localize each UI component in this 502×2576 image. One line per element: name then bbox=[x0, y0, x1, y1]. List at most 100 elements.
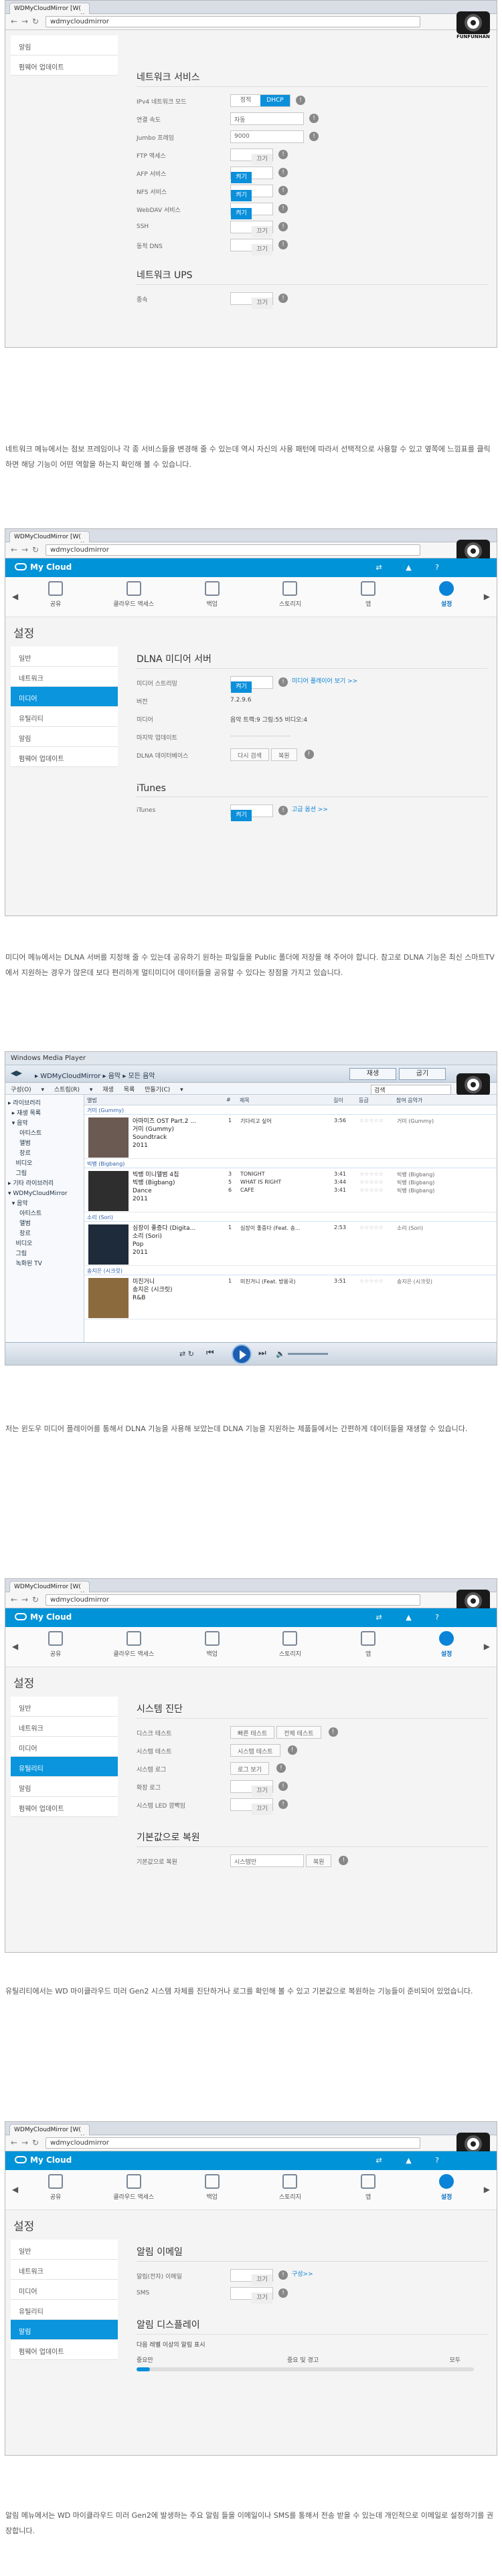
sidebar-item-general[interactable]: 일반 bbox=[11, 1697, 118, 1717]
link-speed-select[interactable]: 자동 bbox=[230, 112, 304, 125]
back-icon[interactable]: ← bbox=[11, 2138, 17, 2147]
ipv4-mode-toggle[interactable]: 정적 DHCP bbox=[230, 94, 290, 107]
burn-tab[interactable]: 굽기 bbox=[399, 1068, 446, 1080]
nav-cloud-access[interactable]: 클라우드 액세스 bbox=[110, 1631, 157, 1658]
next-icon[interactable]: ⏭ bbox=[258, 1348, 266, 1358]
ddns-toggle[interactable]: 끄기 bbox=[230, 239, 273, 255]
rescan-button[interactable]: 다시 검색 bbox=[230, 748, 269, 761]
nav-settings[interactable]: 설정 bbox=[423, 2174, 470, 2201]
header-icons[interactable]: ⇄ ▲ ? bbox=[375, 563, 450, 572]
info-icon[interactable]: ! bbox=[339, 1856, 349, 1865]
webdav-toggle[interactable]: 켜기 bbox=[230, 203, 273, 219]
url-input[interactable]: wdmycloudmirror bbox=[46, 16, 420, 27]
info-icon[interactable]: ! bbox=[278, 1800, 288, 1809]
tree-item[interactable]: ▾ 음악 bbox=[8, 1119, 81, 1129]
quick-test-button[interactable]: 빠른 테스트 bbox=[230, 1726, 275, 1739]
play-button[interactable] bbox=[232, 1344, 252, 1364]
info-icon[interactable]: ! bbox=[304, 750, 314, 759]
back-icon[interactable]: ← bbox=[11, 1595, 17, 1604]
browser-tab[interactable]: WDMyCloudMirror [W(× bbox=[9, 3, 90, 14]
rating-stars[interactable]: ☆☆☆☆☆ bbox=[359, 1278, 384, 1284]
rating-stars[interactable]: ☆☆☆☆☆ bbox=[359, 1171, 384, 1177]
ssh-toggle[interactable]: 끄기 bbox=[230, 221, 273, 237]
jumbo-frame-select[interactable]: 9000 bbox=[230, 130, 304, 143]
url-input[interactable]: wdmycloudmirror bbox=[46, 544, 420, 556]
nav-prev-icon[interactable]: ◀ bbox=[12, 592, 18, 601]
info-icon[interactable]: ! bbox=[278, 2270, 288, 2280]
afp-toggle[interactable]: 켜기 bbox=[230, 167, 273, 183]
track-row[interactable]: 1 기다리고 싶어 3:56 ☆☆☆☆☆ 거미 (Gummy) bbox=[228, 1117, 497, 1125]
alert-level-slider[interactable]: 중요만 중요 및 경고 모두 bbox=[137, 2355, 487, 2379]
rating-stars[interactable]: ☆☆☆☆☆ bbox=[359, 1179, 384, 1185]
sidebar-item-firmware[interactable]: 펌웨어 업데이트 bbox=[11, 56, 118, 76]
header-icons[interactable]: ⇄ ▲ ? bbox=[375, 1613, 450, 1622]
info-icon[interactable]: ! bbox=[278, 186, 288, 195]
slider-thumb[interactable] bbox=[137, 2367, 150, 2371]
email-alert-toggle[interactable]: 끄기 bbox=[230, 2269, 273, 2286]
tree-item[interactable]: 앨범 bbox=[8, 1219, 81, 1229]
info-icon[interactable]: ! bbox=[287, 1745, 297, 1755]
nav-share[interactable]: 공유 bbox=[32, 2174, 79, 2201]
track-row[interactable]: 3 TONIGHT 3:41 ☆☆☆☆☆ 빅뱅 (Bigbang) bbox=[228, 1171, 497, 1179]
tree-item[interactable]: ▸ 재생 목록 bbox=[8, 1109, 81, 1119]
media-player-link[interactable]: 미디어 플레이어 보기 >> bbox=[292, 678, 357, 685]
info-icon[interactable]: ! bbox=[276, 1763, 286, 1773]
nav-apps[interactable]: 앱 bbox=[345, 2174, 392, 2201]
search-input[interactable]: 검색 bbox=[371, 1085, 451, 1095]
nav-next-icon[interactable]: ▶ bbox=[484, 2185, 490, 2194]
info-icon[interactable]: ! bbox=[278, 2288, 288, 2298]
back-icon[interactable]: ← bbox=[11, 545, 17, 554]
led-blink-toggle[interactable]: 끄기 bbox=[230, 1798, 273, 1815]
track-row[interactable]: 1 심장이 좋증다 (Feat. 송... 2:53 ☆☆☆☆☆ 소리 (Sori) bbox=[228, 1224, 497, 1232]
forward-icon[interactable]: → bbox=[21, 545, 28, 554]
breadcrumb[interactable]: ▸ WDMyCloudMirror ▸ 음악 ▸ 모든 음악 bbox=[35, 1070, 155, 1080]
track-row[interactable]: 1 미친거니 (Feat. 방용국) 3:51 ☆☆☆☆☆ 송지은 (시크릿) bbox=[228, 1278, 497, 1286]
volume-slider[interactable] bbox=[288, 1353, 328, 1355]
info-icon[interactable]: ! bbox=[328, 1727, 338, 1737]
tree-item[interactable]: ▸ 라이브러리 bbox=[8, 1099, 81, 1109]
forward-icon[interactable]: → bbox=[21, 2138, 28, 2147]
volume-icon[interactable]: 🔈 bbox=[276, 1350, 285, 1358]
wmp-menu[interactable]: 구성(O) ▾ 스트림(R) ▾ 재생 목록 만들기(C) ▾ 검색 bbox=[5, 1083, 497, 1095]
sidebar-item-firmware[interactable]: 펌웨어 업데이트 bbox=[11, 747, 118, 767]
sidebar-item-utilities[interactable]: 유틸리티 bbox=[11, 707, 118, 727]
sidebar-item-media[interactable]: 미디어 bbox=[11, 1737, 118, 1757]
nav-backup[interactable]: 백업 bbox=[189, 2174, 236, 2201]
sidebar-item-general[interactable]: 일반 bbox=[11, 2240, 118, 2260]
tree-item[interactable]: 앨범 bbox=[8, 1139, 81, 1149]
track-row[interactable]: 6 CAFE 3:41 ☆☆☆☆☆ 빅뱅 (Bigbang) bbox=[228, 1187, 497, 1195]
tree-item[interactable]: ▸ 기타 라이브러리 bbox=[8, 1179, 81, 1189]
album-art[interactable] bbox=[88, 1278, 129, 1318]
library-tree[interactable]: ▸ 라이브러리 ▸ 재생 목록 ▾ 음악 아티스트 앨범 장르 비디오 그림 ▸ … bbox=[5, 1095, 84, 1342]
url-input[interactable]: wdmycloudmirror bbox=[46, 2137, 420, 2149]
info-icon[interactable]: ! bbox=[278, 806, 288, 815]
sidebar-item-network[interactable]: 네트워크 bbox=[11, 2260, 118, 2280]
reload-icon[interactable]: ↻ bbox=[32, 545, 39, 554]
sidebar-item-general[interactable]: 일반 bbox=[11, 647, 118, 667]
nav-cloud-access[interactable]: 클라우드 액세스 bbox=[110, 2174, 157, 2201]
sidebar-item-alerts[interactable]: 알림 bbox=[11, 727, 118, 747]
nav-share[interactable]: 공유 bbox=[32, 581, 79, 608]
tree-item[interactable]: 비디오 bbox=[8, 1239, 81, 1249]
forward-icon[interactable]: → bbox=[21, 1595, 28, 1604]
extended-log-toggle[interactable]: 끄기 bbox=[230, 1780, 273, 1797]
nav-apps[interactable]: 앱 bbox=[345, 1631, 392, 1658]
tree-item[interactable]: 아티스트 bbox=[8, 1209, 81, 1219]
album-art[interactable] bbox=[88, 1117, 129, 1158]
itunes-advanced-link[interactable]: 고급 옵션 >> bbox=[292, 807, 328, 813]
sidebar-item-utilities[interactable]: 유틸리티 bbox=[11, 2300, 118, 2320]
reload-icon[interactable]: ↻ bbox=[32, 1595, 39, 1604]
restore-button[interactable]: 복원 bbox=[305, 1854, 332, 1867]
sidebar-item-firmware[interactable]: 펌웨어 업데이트 bbox=[11, 2340, 118, 2360]
media-streaming-toggle[interactable]: 켜기 bbox=[230, 676, 273, 693]
info-icon[interactable]: ! bbox=[278, 204, 288, 213]
album-group-header[interactable]: 빅뱅 (Bigbang) bbox=[84, 1159, 497, 1168]
nav-share[interactable]: 공유 bbox=[32, 1631, 79, 1658]
rating-stars[interactable]: ☆☆☆☆☆ bbox=[359, 1187, 384, 1193]
restore-db-button[interactable]: 복원 bbox=[270, 748, 297, 761]
track-row[interactable]: 5 WHAT IS RIGHT 3:44 ☆☆☆☆☆ 빅뱅 (Bigbang) bbox=[228, 1179, 497, 1187]
info-icon[interactable]: ! bbox=[278, 240, 288, 249]
tree-item[interactable]: ▾ WDMyCloudMirror bbox=[8, 1189, 81, 1199]
configure-link[interactable]: 구성>> bbox=[292, 2271, 313, 2278]
info-icon[interactable]: ! bbox=[278, 677, 288, 687]
